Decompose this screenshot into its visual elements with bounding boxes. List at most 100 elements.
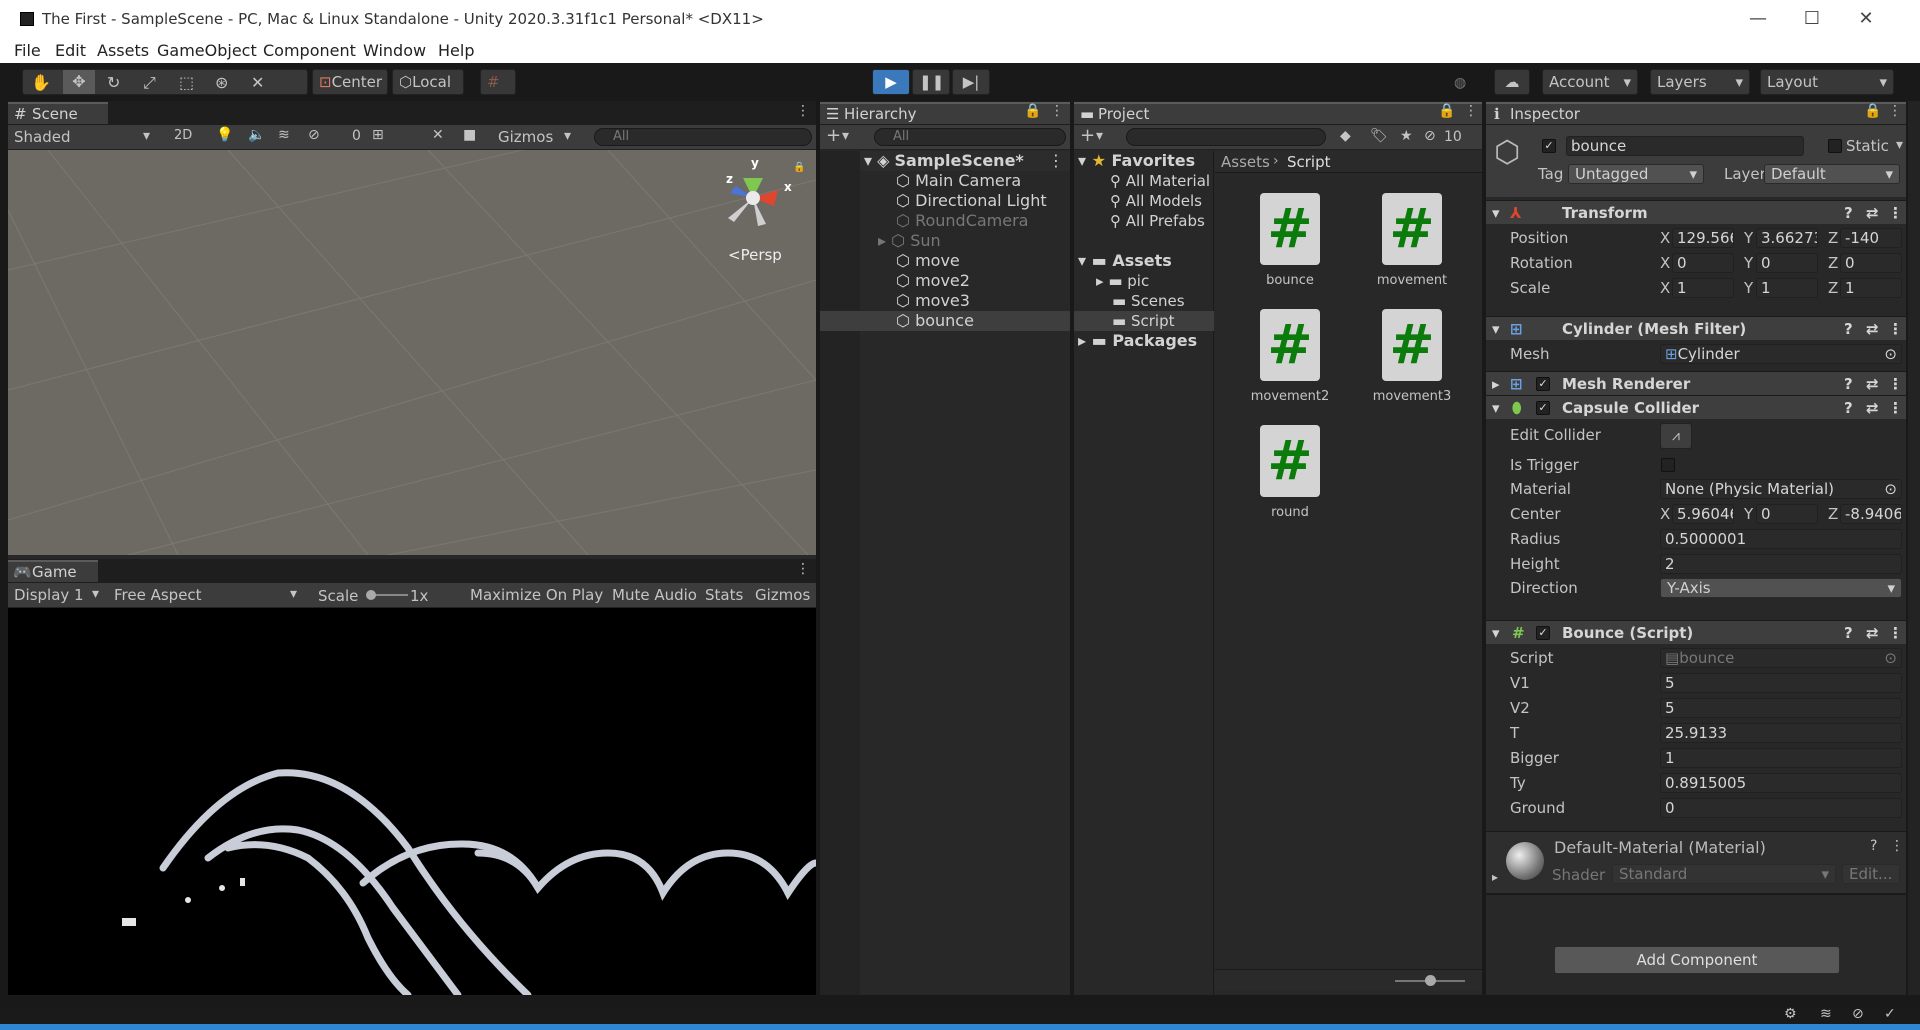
- rotation-y-field[interactable]: 0: [1756, 253, 1818, 273]
- more-menu-icon[interactable]: ⋮: [1888, 317, 1903, 341]
- effects-icon[interactable]: ≋: [278, 127, 290, 143]
- presets-icon[interactable]: ⇄: [1866, 621, 1879, 645]
- star-icon[interactable]: ★: [1400, 128, 1413, 144]
- hierarchy-item[interactable]: ⬡ Main Camera: [896, 171, 1021, 191]
- active-checkbox[interactable]: ✓: [1542, 139, 1556, 153]
- gizmos-dropdown[interactable]: Gizmos: [498, 128, 553, 146]
- direction-dropdown[interactable]: Y-Axis ▾: [1660, 578, 1902, 598]
- aspect-dropdown[interactable]: Free Aspect: [114, 586, 202, 604]
- label-icon[interactable]: 🏷: [1370, 128, 1388, 144]
- lock-icon[interactable]: 🔒: [1864, 103, 1881, 119]
- rotate-tool-icon[interactable]: ↻: [107, 73, 120, 92]
- pause-icon[interactable]: ❚❚: [912, 69, 950, 95]
- layout-dropdown[interactable]: Layout ▾: [1760, 69, 1894, 95]
- hierarchy-item[interactable]: ⬡ RoundCamera: [896, 211, 1028, 231]
- grid-snap-icon[interactable]: #: [480, 69, 516, 95]
- scale-z-field[interactable]: 1: [1840, 278, 1902, 298]
- help-icon[interactable]: ?: [1844, 317, 1853, 341]
- hidden-packages-icon[interactable]: ⊘: [1424, 128, 1436, 144]
- grid-toggle-icon[interactable]: ⊞: [372, 127, 384, 143]
- display-dropdown[interactable]: Display 1: [14, 586, 84, 604]
- hierarchy-item[interactable]: ⬡ Directional Light: [896, 191, 1047, 211]
- mesh-renderer-enabled-checkbox[interactable]: ✓: [1536, 377, 1550, 391]
- radius-field[interactable]: 0.5000001: [1660, 529, 1902, 549]
- hierarchy-item[interactable]: ⬡ move: [896, 251, 960, 271]
- mesh-renderer-header[interactable]: ▸ ⊞ ✓ Mesh Renderer ? ⇄ ⋮: [1486, 371, 1906, 395]
- transform-header[interactable]: ▾ ⅄ Transform ? ⇄ ⋮: [1486, 200, 1906, 224]
- scene-search-input[interactable]: All: [594, 128, 812, 146]
- breadcrumb-assets[interactable]: Assets: [1221, 153, 1270, 171]
- asset-item[interactable]: # round: [1260, 425, 1345, 520]
- tab-scene[interactable]: # Scene: [8, 102, 108, 124]
- ty-field[interactable]: 0.8915005: [1660, 773, 1902, 793]
- more-menu-icon[interactable]: ⋮: [1888, 621, 1903, 645]
- account-dropdown[interactable]: Account ▾: [1542, 69, 1638, 95]
- more-menu-icon[interactable]: ⋮: [1050, 103, 1064, 119]
- presets-icon[interactable]: ⇄: [1866, 372, 1879, 396]
- position-x-field[interactable]: 129.566: [1672, 228, 1734, 248]
- tab-inspector[interactable]: ℹ Inspector: [1486, 102, 1906, 124]
- menu-help[interactable]: Help: [438, 41, 474, 60]
- mesh-field[interactable]: ⊞Cylinder ⊙: [1660, 344, 1902, 364]
- rotation-z-field[interactable]: 0: [1840, 253, 1902, 273]
- help-icon[interactable]: ?: [1870, 838, 1877, 854]
- rect-tool-icon[interactable]: ⬚: [179, 73, 194, 92]
- mesh-filter-header[interactable]: ▾ ⊞ Cylinder (Mesh Filter) ? ⇄ ⋮: [1486, 316, 1906, 340]
- icon-size-slider-handle[interactable]: [1425, 975, 1436, 986]
- chevron-right-icon[interactable]: ▸: [878, 231, 886, 250]
- status-check-icon[interactable]: ✓: [1884, 1006, 1896, 1022]
- rotation-x-field[interactable]: 0: [1672, 253, 1734, 273]
- static-checkbox[interactable]: [1828, 139, 1842, 153]
- menu-edit[interactable]: Edit: [55, 41, 86, 60]
- lock-icon[interactable]: 🔒: [793, 162, 805, 173]
- cache-server-icon[interactable]: ≋: [1820, 1006, 1832, 1022]
- collab-icon[interactable]: ◍: [1454, 75, 1466, 91]
- more-menu-icon[interactable]: ⋮: [1464, 103, 1478, 119]
- shading-mode-dropdown[interactable]: Shaded: [14, 128, 71, 146]
- tag-dropdown[interactable]: Untagged ▾: [1568, 164, 1704, 184]
- folder-item-selected[interactable]: ▬ Script: [1112, 311, 1174, 331]
- add-icon[interactable]: +: [1080, 125, 1095, 146]
- game-gizmos-button[interactable]: Gizmos: [755, 586, 810, 604]
- asset-item[interactable]: # movement2: [1251, 309, 1345, 404]
- chevron-right-icon[interactable]: ▸: [1492, 870, 1498, 884]
- menu-window[interactable]: Window: [363, 41, 426, 60]
- position-y-field[interactable]: 3.66273: [1756, 228, 1818, 248]
- auto-generate-icon[interactable]: ⚙: [1784, 1006, 1797, 1022]
- hierarchy-search-input[interactable]: All: [874, 128, 1066, 146]
- tools-icon[interactable]: ✕: [432, 127, 444, 143]
- folder-item[interactable]: ▬ Scenes: [1112, 291, 1185, 311]
- favorite-item[interactable]: ⚲ All Material: [1110, 171, 1210, 191]
- breadcrumb-script[interactable]: Script: [1287, 153, 1331, 171]
- center-z-field[interactable]: -8.9406: [1840, 504, 1902, 524]
- more-menu-icon[interactable]: ⋮: [1048, 151, 1064, 171]
- filter-type-icon[interactable]: ◆: [1340, 128, 1351, 144]
- layers-dropdown[interactable]: Layers ▾: [1650, 69, 1750, 95]
- v1-field[interactable]: 5: [1660, 673, 1902, 693]
- hierarchy-item[interactable]: ▸ ⬡ Sun: [878, 231, 941, 251]
- favorites-row[interactable]: ▾ ★ Favorites: [1078, 151, 1195, 171]
- scene-root-row[interactable]: ▾ ◈ SampleScene* ⋮: [860, 151, 1070, 171]
- object-name-field[interactable]: bounce: [1566, 136, 1804, 156]
- layer-dropdown[interactable]: Default ▾: [1764, 164, 1900, 184]
- more-menu-icon[interactable]: ⋮: [796, 561, 810, 577]
- minimize-icon[interactable]: —: [1738, 6, 1778, 32]
- persp-label[interactable]: <Persp: [728, 246, 782, 264]
- hand-tool-icon[interactable]: ✋: [31, 73, 51, 92]
- position-z-field[interactable]: -140: [1840, 228, 1902, 248]
- pivot-local-button[interactable]: ⬡Local: [392, 69, 464, 95]
- capsule-collider-enabled-checkbox[interactable]: ✓: [1536, 401, 1550, 415]
- more-menu-icon[interactable]: ⋮: [1888, 103, 1902, 119]
- more-menu-icon[interactable]: ⋮: [1888, 201, 1903, 225]
- project-search-input[interactable]: [1126, 128, 1326, 146]
- chevron-down-icon[interactable]: ▾: [1896, 137, 1903, 153]
- lock-icon[interactable]: 🔒: [1024, 103, 1041, 119]
- more-menu-icon[interactable]: ⋮: [1888, 396, 1903, 420]
- edit-collider-icon[interactable]: ⩘: [1660, 423, 1692, 449]
- favorite-item[interactable]: ⚲ All Models: [1110, 191, 1202, 211]
- maximize-on-play-button[interactable]: Maximize On Play: [470, 586, 603, 604]
- scale-x-field[interactable]: 1: [1672, 278, 1734, 298]
- menu-file[interactable]: File: [14, 41, 41, 60]
- bigger-field[interactable]: 1: [1660, 748, 1902, 768]
- script-enabled-checkbox[interactable]: ✓: [1536, 626, 1550, 640]
